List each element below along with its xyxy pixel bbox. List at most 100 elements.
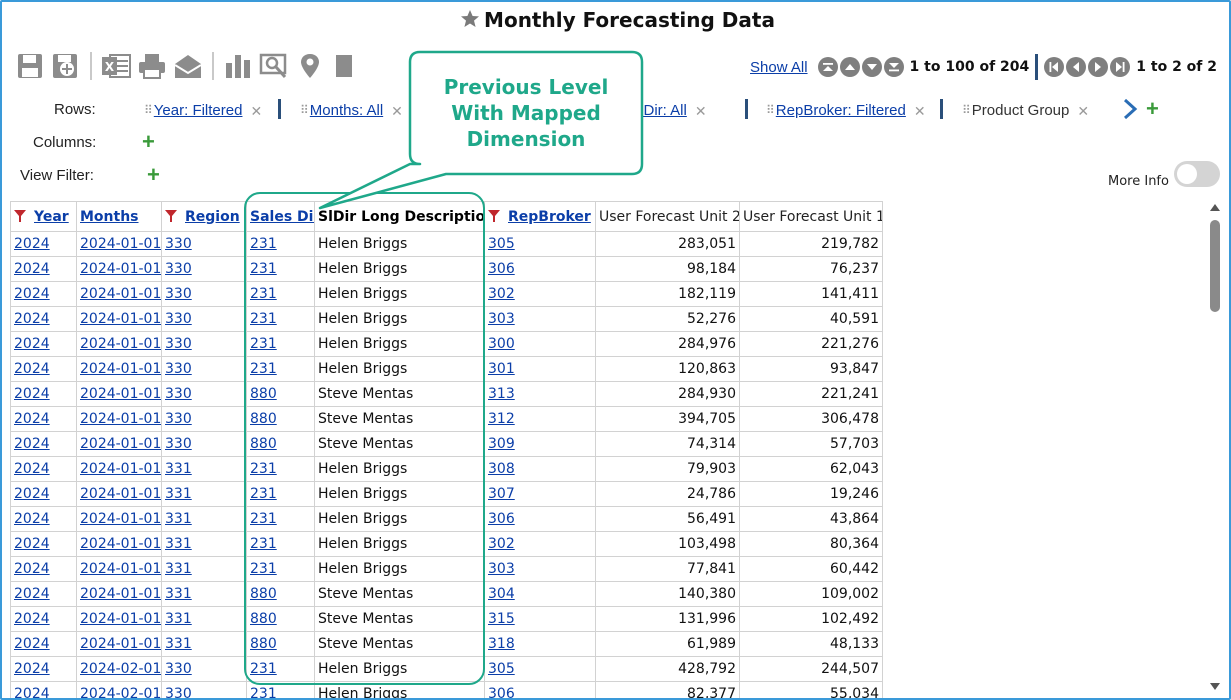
region-cell-link[interactable]: 330: [165, 386, 192, 402]
row-chip-label[interactable]: Year: Filtered: [154, 102, 243, 119]
map-pin-icon[interactable]: [292, 49, 328, 83]
header-forecast-unit-2[interactable]: User Forecast Unit 2: [595, 201, 740, 232]
region-cell-link[interactable]: 331: [165, 536, 192, 552]
sales-dir-cell-link[interactable]: 231: [250, 536, 277, 552]
year-cell-link[interactable]: 2024: [14, 486, 50, 502]
sales-dir-cell-link[interactable]: 880: [250, 636, 277, 652]
year-cell-link[interactable]: 2024: [14, 561, 50, 577]
repbroker-cell-link[interactable]: 305: [488, 661, 515, 677]
more-icon[interactable]: [328, 49, 364, 83]
chart-icon[interactable]: [220, 49, 256, 83]
repbroker-cell-link[interactable]: 309: [488, 436, 515, 452]
year-cell-link[interactable]: 2024: [14, 386, 50, 402]
repbroker-cell-link[interactable]: 302: [488, 536, 515, 552]
year-cell-link[interactable]: 2024: [14, 661, 50, 677]
header-sales-dir-link[interactable]: Sales Dir: [250, 209, 314, 225]
year-cell-link[interactable]: 2024: [14, 236, 50, 252]
save-icon[interactable]: [12, 49, 48, 83]
sales-dir-cell-link[interactable]: 231: [250, 661, 277, 677]
region-cell-link[interactable]: 330: [165, 436, 192, 452]
month-cell-link[interactable]: 2024-01-01: [80, 611, 161, 627]
repbroker-cell-link[interactable]: 313: [488, 386, 515, 402]
month-cell-link[interactable]: 2024-02-01: [80, 661, 161, 677]
sales-dir-cell-link[interactable]: 231: [250, 261, 277, 277]
drag-handle-icon[interactable]: ⠿: [962, 103, 971, 117]
region-cell-link[interactable]: 331: [165, 461, 192, 477]
region-cell-link[interactable]: 331: [165, 486, 192, 502]
sales-dir-cell-link[interactable]: 880: [250, 611, 277, 627]
month-cell-link[interactable]: 2024-01-01: [80, 511, 161, 527]
repbroker-cell-link[interactable]: 302: [488, 286, 515, 302]
region-cell-link[interactable]: 331: [165, 636, 192, 652]
month-cell-link[interactable]: 2024-01-01: [80, 386, 161, 402]
row-chip-year[interactable]: ⠿ Year: Filtered ✕: [144, 100, 262, 120]
year-cell-link[interactable]: 2024: [14, 261, 50, 277]
repbroker-cell-link[interactable]: 318: [488, 636, 515, 652]
repbroker-cell-link[interactable]: 312: [488, 411, 515, 427]
region-cell-link[interactable]: 330: [165, 411, 192, 427]
year-cell-link[interactable]: 2024: [14, 511, 50, 527]
sales-dir-cell-link[interactable]: 231: [250, 311, 277, 327]
month-cell-link[interactable]: 2024-01-01: [80, 536, 161, 552]
add-view-filter-icon[interactable]: +: [147, 164, 160, 186]
year-cell-link[interactable]: 2024: [14, 286, 50, 302]
sales-dir-cell-link[interactable]: 880: [250, 411, 277, 427]
repbroker-cell-link[interactable]: 303: [488, 561, 515, 577]
month-cell-link[interactable]: 2024-01-01: [80, 236, 161, 252]
year-cell-link[interactable]: 2024: [14, 636, 50, 652]
sales-dir-cell-link[interactable]: 231: [250, 336, 277, 352]
month-cell-link[interactable]: 2024-01-01: [80, 636, 161, 652]
row-chip-label[interactable]: Months: All: [310, 102, 383, 119]
scroll-chips-right-icon[interactable]: [1121, 98, 1139, 120]
header-year-link[interactable]: Year: [34, 209, 69, 225]
drag-handle-icon[interactable]: ⠿: [300, 103, 309, 117]
favorite-star-icon[interactable]: [460, 9, 480, 29]
add-column-icon[interactable]: +: [142, 131, 155, 153]
region-cell-link[interactable]: 330: [165, 286, 192, 302]
month-cell-link[interactable]: 2024-01-01: [80, 486, 161, 502]
sales-dir-cell-link[interactable]: 231: [250, 511, 277, 527]
repbroker-cell-link[interactable]: 306: [488, 511, 515, 527]
sales-dir-cell-link[interactable]: 231: [250, 236, 277, 252]
scroll-up-arrow-icon[interactable]: [1210, 204, 1220, 211]
repbroker-cell-link[interactable]: 305: [488, 236, 515, 252]
remove-icon[interactable]: ✕: [914, 103, 926, 120]
remove-icon[interactable]: ✕: [1077, 103, 1089, 120]
region-cell-link[interactable]: 331: [165, 561, 192, 577]
month-cell-link[interactable]: 2024-01-01: [80, 461, 161, 477]
previous-column-page-icon[interactable]: [1066, 57, 1087, 77]
sales-dir-cell-link[interactable]: 231: [250, 461, 277, 477]
region-cell-link[interactable]: 330: [165, 686, 192, 698]
repbroker-cell-link[interactable]: 306: [488, 686, 515, 698]
first-page-icon[interactable]: [817, 57, 838, 77]
month-cell-link[interactable]: 2024-01-01: [80, 561, 161, 577]
drag-handle-icon[interactable]: ⠿: [766, 103, 775, 117]
repbroker-cell-link[interactable]: 303: [488, 311, 515, 327]
year-cell-link[interactable]: 2024: [14, 536, 50, 552]
month-cell-link[interactable]: 2024-01-01: [80, 261, 161, 277]
region-cell-link[interactable]: 330: [165, 311, 192, 327]
row-chip-product-group[interactable]: ⠿ Product Group ✕: [962, 100, 1089, 120]
repbroker-cell-link[interactable]: 307: [488, 486, 515, 502]
region-cell-link[interactable]: 331: [165, 511, 192, 527]
row-chip-label[interactable]: Product Group: [972, 102, 1070, 119]
year-cell-link[interactable]: 2024: [14, 311, 50, 327]
remove-icon[interactable]: ✕: [250, 103, 262, 120]
print-icon[interactable]: [134, 49, 170, 83]
sales-dir-cell-link[interactable]: 231: [250, 361, 277, 377]
remove-icon[interactable]: ✕: [391, 103, 403, 120]
repbroker-cell-link[interactable]: 301: [488, 361, 515, 377]
more-info-toggle[interactable]: [1174, 161, 1220, 187]
first-column-page-icon[interactable]: [1044, 57, 1065, 77]
header-region-link[interactable]: Region: [185, 209, 240, 225]
show-all-link[interactable]: Show All: [750, 59, 808, 76]
region-cell-link[interactable]: 331: [165, 611, 192, 627]
row-chip-repbroker[interactable]: ⠿ RepBroker: Filtered ✕: [766, 100, 926, 120]
sales-dir-cell-link[interactable]: 880: [250, 436, 277, 452]
next-page-icon[interactable]: [861, 57, 882, 77]
month-cell-link[interactable]: 2024-01-01: [80, 411, 161, 427]
row-chip-months[interactable]: ⠿ Months: All ✕: [300, 100, 403, 120]
last-page-icon[interactable]: [883, 57, 904, 77]
header-repbroker-link[interactable]: RepBroker: [508, 209, 591, 225]
sales-dir-cell-link[interactable]: 231: [250, 686, 277, 698]
